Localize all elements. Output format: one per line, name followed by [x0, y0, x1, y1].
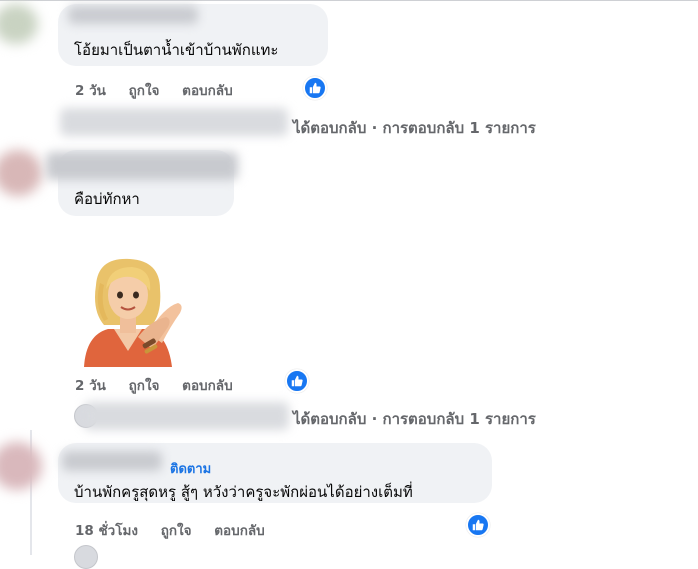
avatar[interactable] — [0, 150, 42, 196]
commenter-name[interactable] — [46, 152, 238, 180]
view-replies-link[interactable]: ได้ตอบกลับ · การตอบกลับ 1 รายการ — [293, 116, 536, 140]
top-divider — [0, 0, 698, 1]
comment-bubble: คือบ่ทักหา — [46, 150, 238, 216]
comment-actions: 18 ชั่วโมง ถูกใจ ตอบกลับ — [75, 519, 283, 541]
comment-time[interactable]: 2 วัน — [75, 378, 106, 394]
comment-bubble: โอ้ยมาเป็นตาน้ำเข้าบ้านพักแทะ — [58, 4, 328, 66]
comment-text: โอ้ยมาเป็นตาน้ำเข้าบ้านพักแทะ — [74, 41, 279, 59]
follow-link[interactable]: ติดตาม — [170, 458, 211, 479]
reply-author-blur — [84, 402, 289, 430]
like-reaction-badge[interactable] — [466, 513, 490, 537]
commenter-name[interactable] — [62, 451, 162, 471]
like-button[interactable]: ถูกใจ — [129, 83, 160, 99]
like-thumb-icon — [309, 82, 321, 94]
comment-bubble: ติดตาม บ้านพักครูสุดหรู สู้ๆ หวังว่าครูจ… — [58, 443, 492, 503]
reply-button[interactable]: ตอบกลับ — [214, 523, 264, 539]
avatar[interactable] — [0, 4, 38, 44]
commenter-name[interactable] — [68, 6, 198, 24]
comment-actions: 2 วัน ถูกใจ ตอบกลับ — [75, 374, 251, 396]
like-reaction-badge[interactable] — [285, 369, 309, 393]
avatar[interactable] — [0, 442, 42, 490]
reply-button[interactable]: ตอบกลับ — [182, 378, 232, 394]
like-reaction-badge[interactable] — [303, 76, 327, 100]
reply-button[interactable]: ตอบกลับ — [182, 83, 232, 99]
comment-actions: 2 วัน ถูกใจ ตอบกลับ — [75, 79, 251, 101]
comment-text: คือบ่ทักหา — [74, 190, 140, 208]
reply-avatar — [74, 545, 98, 569]
comment-time[interactable]: 2 วัน — [75, 83, 106, 99]
like-button[interactable]: ถูกใจ — [161, 523, 192, 539]
like-thumb-icon — [472, 519, 484, 531]
reply-author-blur — [60, 108, 288, 136]
comment-time[interactable]: 18 ชั่วโมง — [75, 523, 138, 539]
comment-text: บ้านพักครูสุดหรู สู้ๆ หวังว่าครูจะพักผ่อ… — [74, 483, 413, 501]
like-thumb-icon — [291, 375, 303, 387]
like-button[interactable]: ถูกใจ — [129, 378, 160, 394]
view-replies-link[interactable]: ได้ตอบกลับ · การตอบกลับ 1 รายการ — [293, 407, 536, 431]
waving-woman-sticker — [78, 255, 188, 367]
